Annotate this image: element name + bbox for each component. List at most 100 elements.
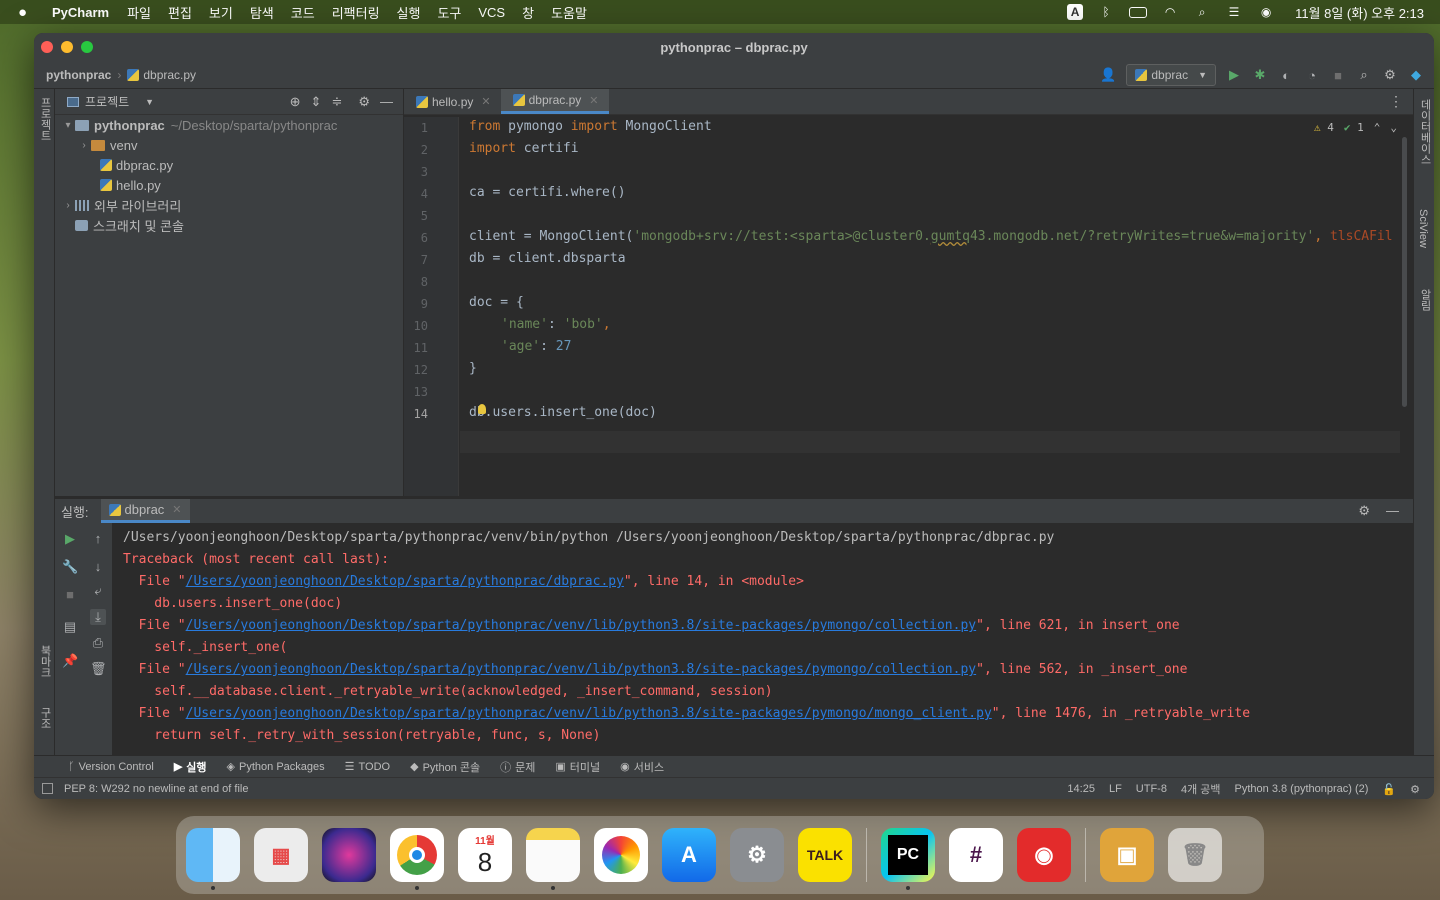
tree-venv-row[interactable]: › venv xyxy=(55,135,403,155)
lightbulb-icon[interactable] xyxy=(478,404,486,414)
menu-help[interactable]: 도움말 xyxy=(551,3,587,22)
siri-app-icon[interactable] xyxy=(322,828,376,882)
menu-vcs[interactable]: VCS xyxy=(478,5,505,20)
rerun-icon[interactable]: ▶ xyxy=(62,531,78,547)
event-log-icon[interactable]: ⚙ xyxy=(1410,783,1420,796)
hide-panel-icon[interactable]: — xyxy=(1386,503,1399,519)
profile-icon[interactable]: ◔ xyxy=(1304,67,1320,83)
bottom-tab-python-packages[interactable]: ◈ Python Packages xyxy=(227,760,325,774)
menu-code[interactable]: 코드 xyxy=(291,3,315,22)
user-icon[interactable]: 👤 xyxy=(1100,67,1116,83)
input-source-icon[interactable]: A xyxy=(1067,4,1084,20)
finder-icon[interactable] xyxy=(186,828,240,890)
scroll-down-icon[interactable]: ↓ xyxy=(90,559,106,575)
warning-count[interactable]: ⚠ 4 xyxy=(1314,121,1334,134)
menu-file[interactable]: 파일 xyxy=(127,3,151,22)
breadcrumb-project[interactable]: pythonprac xyxy=(46,68,111,82)
expand-all-icon[interactable]: ⇕ xyxy=(311,94,322,110)
stop-icon[interactable]: ■ xyxy=(1330,67,1346,83)
code-area[interactable]: 1 2 3 4 5 6 7 8 9 10 11 12 13 14 from pymongo import … xyxy=(404,117,1413,496)
check-count[interactable]: ✔ 1 xyxy=(1344,121,1364,134)
more-tabs-icon[interactable]: ⋮ xyxy=(1389,93,1403,110)
menu-view[interactable]: 보기 xyxy=(209,3,233,22)
locate-file-icon[interactable]: ⊕ xyxy=(290,94,301,110)
bottom-tab-version-control[interactable]: ᚴ Version Control xyxy=(68,761,154,773)
bluetooth-icon[interactable]: ᛒ xyxy=(1097,4,1115,20)
previous-highlight-icon[interactable]: ⌃ xyxy=(1374,121,1381,134)
run-tab-dbprac[interactable]: dbprac ✕ xyxy=(100,499,190,523)
traceback-file-link[interactable]: /Users/yoonjeonghoon/Desktop/sparta/pyth… xyxy=(186,618,977,633)
battery-icon[interactable] xyxy=(1129,4,1148,20)
scroll-up-icon[interactable]: ↑ xyxy=(90,531,106,547)
coverage-icon[interactable]: ◐ xyxy=(1278,67,1294,83)
app-menu[interactable]: PyCharm xyxy=(52,5,109,20)
bookmarks-tool-button[interactable]: 북마크 xyxy=(37,645,53,678)
scroll-to-end-icon[interactable]: ⤓ xyxy=(90,609,106,625)
menu-edit[interactable]: 편집 xyxy=(168,3,192,22)
trash-icon[interactable]: 🗑 xyxy=(1168,828,1222,882)
zoom-window-button[interactable] xyxy=(81,41,93,53)
interpreter-select[interactable]: Python 3.8 (pythonprac) (2) xyxy=(1235,783,1369,795)
bottom-tab-services[interactable]: ◉ 서비스 xyxy=(620,759,664,775)
debug-icon[interactable]: ✱ xyxy=(1252,67,1268,83)
pin-icon[interactable]: 📌 xyxy=(62,653,78,669)
breadcrumb-file[interactable]: dbprac.py xyxy=(143,68,196,82)
console-output[interactable]: /Users/yoonjeonghoon/Desktop/sparta/pyth… xyxy=(123,527,1250,747)
bottom-tab-todo[interactable]: ☰ TODO xyxy=(345,760,390,774)
panel-settings-icon[interactable]: ⚙ xyxy=(358,94,370,110)
bottom-tab-run[interactable]: ▶ 실행 xyxy=(174,759,207,775)
jetbrains-logo-icon[interactable]: ◆ xyxy=(1408,67,1424,83)
status-message[interactable]: PEP 8: W292 no newline at end of file xyxy=(64,783,248,795)
notifications-tool-button[interactable]: 알림 xyxy=(1417,289,1433,311)
indent-setting[interactable]: 4개 공백 xyxy=(1181,781,1221,797)
wrench-icon[interactable]: 🔧 xyxy=(62,559,78,575)
bottom-tab-terminal[interactable]: ▣ 터미널 xyxy=(555,759,600,775)
trash-icon[interactable]: 🗑 xyxy=(90,661,107,677)
inspection-widget[interactable]: ⚠ 4 ✔ 1 ⌃ ⌄ xyxy=(1314,121,1397,134)
collapse-arrow-icon[interactable]: › xyxy=(61,200,75,211)
search-icon[interactable]: ⌕ xyxy=(1356,67,1372,83)
close-window-button[interactable] xyxy=(41,41,53,53)
kakaotalk-icon[interactable]: TALK xyxy=(798,828,852,882)
chrome-icon[interactable] xyxy=(390,828,444,890)
notes-icon[interactable] xyxy=(526,828,580,890)
structure-tool-button[interactable]: 구조 xyxy=(37,707,53,729)
pycharm-icon[interactable]: PC xyxy=(881,828,935,890)
menu-navigate[interactable]: 탐색 xyxy=(250,3,274,22)
tree-file-row[interactable]: dbprac.py xyxy=(55,155,403,175)
bottom-tab-python-console[interactable]: ◆ Python 콘솔 xyxy=(410,759,480,775)
close-tab-icon[interactable]: ✕ xyxy=(481,95,490,108)
spotlight-icon[interactable]: ⌕ xyxy=(1193,4,1211,20)
lock-icon[interactable]: 🔓 xyxy=(1382,783,1396,796)
layout-icon[interactable]: ▤ xyxy=(62,619,78,635)
control-center-icon[interactable]: ☰ xyxy=(1225,4,1243,20)
run-settings-icon[interactable]: ⚙ xyxy=(1358,503,1370,519)
menu-tools[interactable]: 도구 xyxy=(437,3,461,22)
tree-file-row[interactable]: hello.py xyxy=(55,175,403,195)
collapse-arrow-icon[interactable]: › xyxy=(77,140,91,151)
menu-run[interactable]: 실행 xyxy=(397,3,421,22)
project-view-select[interactable]: 프로젝트 xyxy=(85,93,129,110)
file-encoding[interactable]: UTF-8 xyxy=(1136,783,1167,795)
traceback-file-link[interactable]: /Users/yoonjeonghoon/Desktop/sparta/pyth… xyxy=(186,706,992,721)
bottom-tab-problems[interactable]: ⓘ 문제 xyxy=(500,759,535,775)
menu-refactor[interactable]: 리팩터링 xyxy=(332,3,380,22)
project-tool-button[interactable]: 프로젝트 xyxy=(37,97,53,141)
apple-icon[interactable]: ● xyxy=(18,4,38,21)
wifi-icon[interactable]: ◠ xyxy=(1161,4,1179,20)
launchpad-icon[interactable]: ▦ xyxy=(254,828,308,882)
tree-scratches-row[interactable]: 스크래치 및 콘솔 xyxy=(55,215,403,235)
line-separator[interactable]: LF xyxy=(1109,783,1122,795)
hide-panel-icon[interactable]: — xyxy=(380,94,393,110)
slack-icon[interactable]: # xyxy=(949,828,1003,882)
collapse-all-icon[interactable]: ≑ xyxy=(331,94,342,110)
stop-icon[interactable]: ■ xyxy=(62,587,78,603)
traceback-file-link[interactable]: /Users/yoonjeonghoon/Desktop/sparta/pyth… xyxy=(186,574,624,589)
settings-gear-icon[interactable]: ⚙ xyxy=(1382,67,1398,83)
toggle-panels-icon[interactable] xyxy=(42,783,53,794)
tree-root-row[interactable]: ▾ pythonprac ~/Desktop/sparta/pythonprac xyxy=(55,115,403,135)
expand-arrow-icon[interactable]: ▾ xyxy=(61,120,75,131)
caret-position[interactable]: 14:25 xyxy=(1067,783,1095,795)
run-icon[interactable]: ▶ xyxy=(1226,67,1242,83)
app-store-icon[interactable]: A xyxy=(662,828,716,882)
